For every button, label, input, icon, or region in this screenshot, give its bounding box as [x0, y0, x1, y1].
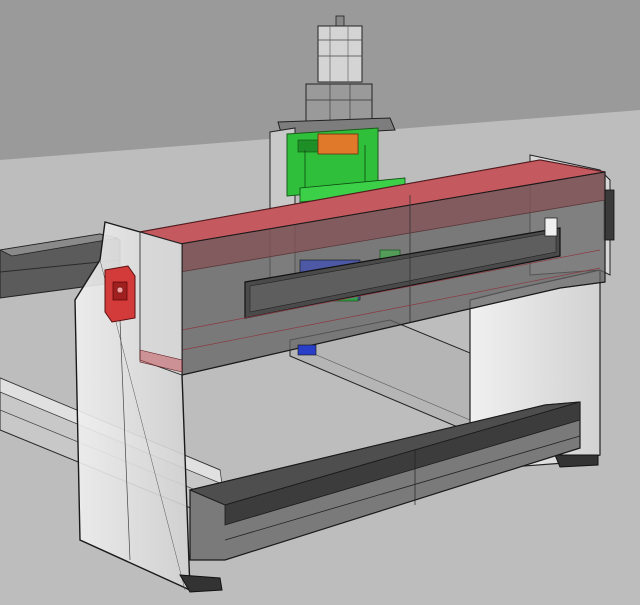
- tool-tip: [297, 344, 317, 356]
- right-foot: [554, 454, 599, 468]
- limit-switch: [104, 265, 136, 323]
- beam-bracket: [544, 217, 558, 237]
- spindle-mount: [317, 133, 359, 155]
- model-canvas[interactable]: [0, 0, 640, 605]
- cad-viewport[interactable]: [0, 0, 640, 605]
